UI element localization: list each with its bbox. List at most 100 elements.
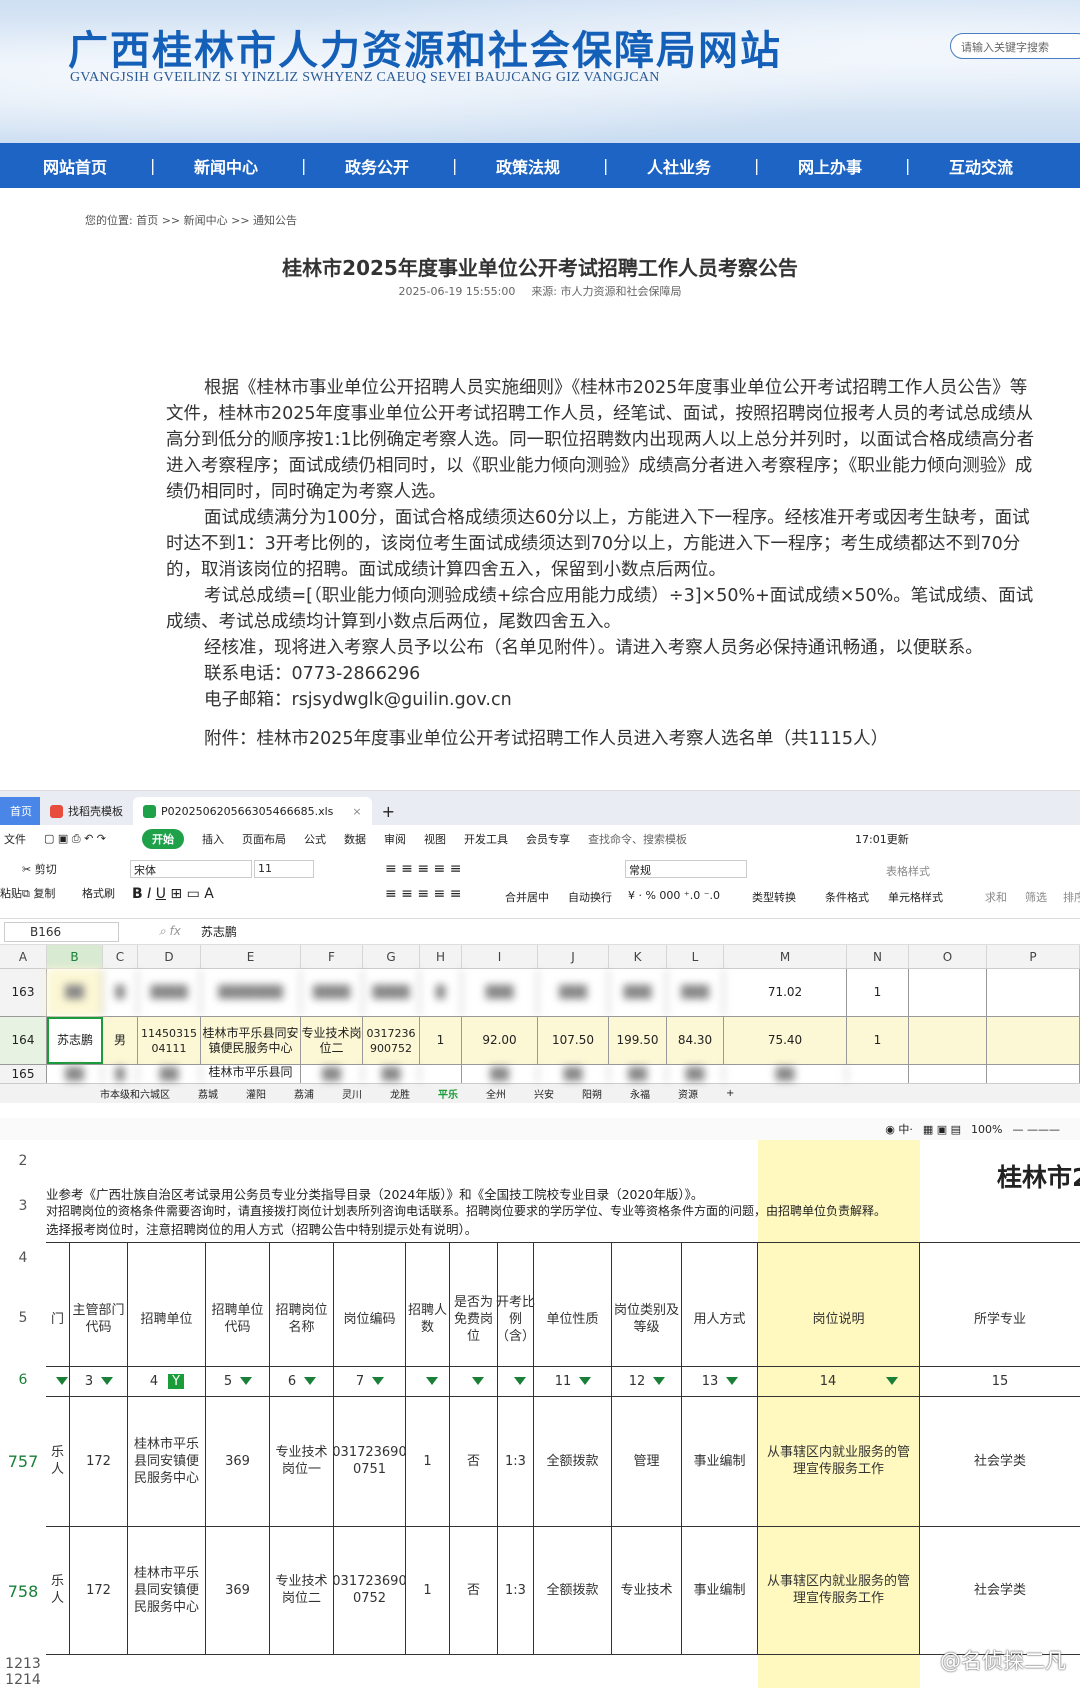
filter-dropdown[interactable]: 3 [70, 1366, 128, 1396]
column-header[interactable]: O [909, 945, 987, 968]
conditional-format-button[interactable]: 条件格式 [825, 889, 869, 905]
filter-dropdown[interactable]: 5 [206, 1366, 270, 1396]
update-time[interactable]: 17:01更新 [855, 831, 909, 847]
cell[interactable]: 92.00 [462, 1017, 538, 1064]
cell[interactable]: ██ [724, 1065, 847, 1083]
cell[interactable] [909, 1065, 987, 1083]
zoom-slider[interactable]: — ——— [1013, 1123, 1061, 1136]
table-row[interactable]: 163 ██ █ ████ ███████ ████ ████ █ ███ ██… [0, 969, 1080, 1017]
cell[interactable]: 社会学类 [920, 1526, 1080, 1654]
cell[interactable]: 199.50 [609, 1017, 667, 1064]
wrap-button[interactable]: 自动换行 [568, 889, 612, 905]
row-number[interactable]: 165 [0, 1065, 47, 1083]
cell[interactable]: 桂林市平乐县同安镇便民服务中心 [128, 1526, 206, 1654]
sheet-tab[interactable]: 荔城 [198, 1086, 218, 1101]
cell[interactable]: 事业编制 [682, 1526, 758, 1654]
eye-icon[interactable]: ◉ 中· [885, 1121, 913, 1137]
cell[interactable]: 84.30 [667, 1017, 724, 1064]
nav-online[interactable]: 网上办事 [755, 154, 905, 178]
font-size-select[interactable]: 11 [254, 860, 314, 878]
column-header[interactable]: D [138, 945, 201, 968]
cell[interactable]: ██ [609, 1065, 667, 1083]
cell[interactable]: 11450315 04111 [138, 1017, 201, 1064]
cell[interactable]: 0317236 900752 [363, 1017, 420, 1064]
nav-hr[interactable]: 人社业务 [604, 154, 754, 178]
column-header[interactable]: C [103, 945, 138, 968]
contact-email[interactable]: 电子邮箱：rsjsydwglk@guilin.gov.cn [166, 687, 1039, 713]
cell[interactable]: 1 [847, 1017, 909, 1064]
cell[interactable]: 男 [103, 1017, 138, 1064]
cell[interactable]: 社会学类 [920, 1396, 1080, 1526]
cell-style-button[interactable]: 单元格样式 [888, 889, 943, 905]
table-row[interactable]: 165 ██ █ ██ 桂林市平乐县同 ██ ██ ██ ██ ██ ██ ██ [0, 1065, 1080, 1083]
search-input[interactable]: 请输入关键字搜索 [950, 33, 1080, 59]
cell[interactable]: 1 [406, 1526, 450, 1654]
tab-template[interactable]: 找稻壳模板 [40, 797, 133, 825]
filter-dropdown[interactable] [406, 1366, 450, 1396]
cell[interactable]: 专业技术岗位二 [270, 1526, 334, 1654]
cell[interactable]: █ [420, 969, 462, 1016]
cell[interactable]: 否 [450, 1396, 498, 1526]
cell[interactable] [987, 1017, 1080, 1064]
cell[interactable]: 管理 [612, 1396, 682, 1526]
view-icons[interactable]: ▦ ▣ ▤ [923, 1123, 961, 1136]
column-header[interactable]: G [363, 945, 420, 968]
cell[interactable]: ██ [47, 1065, 103, 1083]
align-buttons[interactable]: ≡ ≡ ≡ ≡ ≡ [385, 886, 461, 902]
cell[interactable]: 桂林市平乐县同安镇便民服务中心 [128, 1396, 206, 1526]
column-header[interactable]: M [724, 945, 847, 968]
cell[interactable]: 专业技术岗位二 [301, 1017, 363, 1064]
nav-news[interactable]: 新闻中心 [151, 154, 301, 178]
cell[interactable]: 专业技术 [612, 1526, 682, 1654]
menu-file[interactable]: 文件 [4, 831, 26, 847]
cell[interactable]: ██ [363, 1065, 420, 1083]
site-title[interactable]: 广西桂林市人力资源和社会保障局网站 [68, 18, 782, 76]
menu-start[interactable]: 开始 [142, 829, 184, 849]
row-number[interactable]: 163 [0, 969, 47, 1016]
sheet-tab[interactable]: 兴安 [534, 1086, 554, 1101]
filter-dropdown[interactable] [498, 1366, 534, 1396]
sheet-tab[interactable]: 全州 [486, 1086, 506, 1101]
cell[interactable]: ██ [462, 1065, 538, 1083]
attachment-link[interactable]: 附件：桂林市2025年度事业单位公开考试招聘工作人员进入考察人选名单（共1115… [166, 726, 1039, 752]
sheet-tab[interactable]: 灌阳 [246, 1086, 266, 1101]
new-tab-button[interactable]: + [372, 797, 405, 825]
column-header[interactable]: J [538, 945, 609, 968]
cell[interactable]: 事业编制 [682, 1396, 758, 1526]
table-style-button[interactable]: 表格样式 [886, 863, 930, 879]
sheet-tab-active[interactable]: 平乐 [438, 1086, 458, 1101]
row-number[interactable]: 164 [0, 1017, 47, 1064]
cell[interactable]: ██ [301, 1065, 363, 1083]
filter-dropdown[interactable]: 6 [270, 1366, 334, 1396]
number-format-select[interactable]: 常规 [625, 860, 747, 878]
filter-dropdown[interactable]: 7 [334, 1366, 406, 1396]
command-search[interactable]: 查找命令、搜索模板 [588, 831, 687, 847]
column-header[interactable]: H [420, 945, 462, 968]
cell[interactable]: 否 [450, 1526, 498, 1654]
cell[interactable]: 369 [206, 1396, 270, 1526]
cell[interactable]: ███████ [201, 969, 301, 1016]
menu-layout[interactable]: 页面布局 [242, 831, 286, 847]
cell[interactable]: 031723690 0752 [332, 1526, 407, 1654]
font-style-buttons[interactable]: B I U ⊞ ▭ A [132, 886, 214, 902]
merge-button[interactable]: 合并居中 [505, 889, 549, 905]
cell[interactable]: ███ [462, 969, 538, 1016]
sheet-tab[interactable]: 市本级和六城区 [100, 1086, 170, 1101]
cell[interactable] [909, 1017, 987, 1064]
cell[interactable]: 1:3 [498, 1526, 534, 1654]
menu-data[interactable]: 数据 [344, 831, 366, 847]
sheet-tab[interactable]: 荔浦 [294, 1086, 314, 1101]
cell[interactable]: 全额拨款 [534, 1526, 612, 1654]
column-header[interactable]: B [47, 945, 103, 968]
cell[interactable]: ██ [138, 1065, 201, 1083]
close-icon[interactable]: × [352, 805, 361, 818]
column-header[interactable]: A [0, 945, 47, 968]
align-buttons[interactable]: ≡ ≡ ≡ ≡ ≡ [385, 861, 461, 877]
cell[interactable]: 1:3 [498, 1396, 534, 1526]
cell[interactable] [420, 1065, 462, 1083]
column-header[interactable]: P [987, 945, 1080, 968]
cell[interactable]: 从事辖区内就业服务的管理宣传服务工作 [758, 1526, 920, 1654]
copy-button[interactable]: ⧉ 复制 [22, 885, 55, 901]
cell[interactable]: 71.02 [724, 969, 847, 1016]
add-sheet-button[interactable]: + [726, 1088, 734, 1099]
